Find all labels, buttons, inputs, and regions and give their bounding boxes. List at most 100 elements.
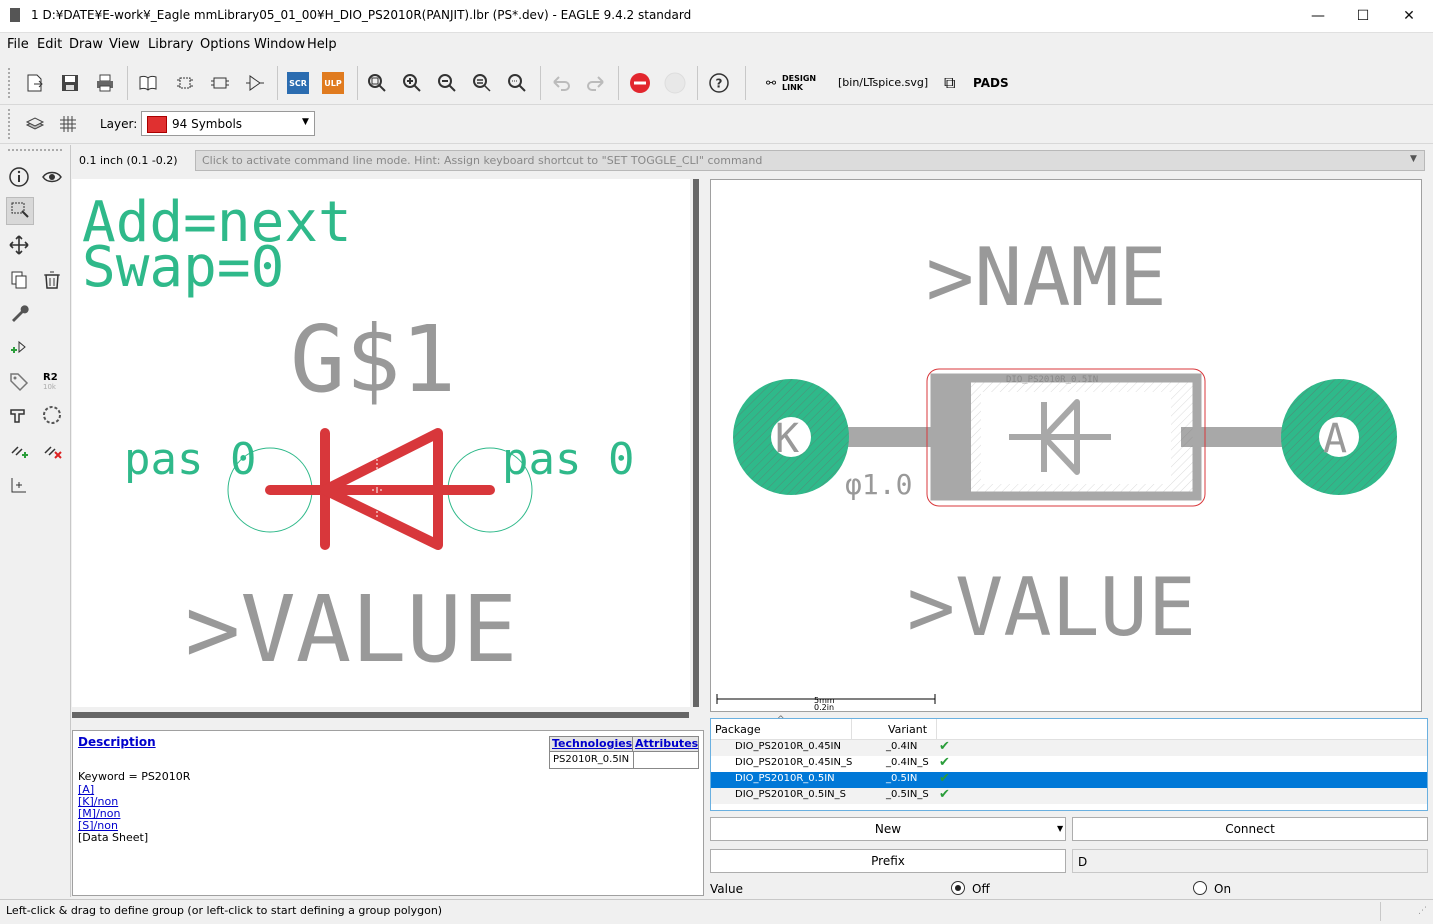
show-eye-icon[interactable] [39,164,65,190]
symbol-value-text: >VALUE [185,576,517,683]
value-tool-button[interactable]: R2 10k [40,372,64,394]
check-icon: ✔ [939,755,950,770]
value-on-label: On [1214,882,1232,896]
chevron-down-icon[interactable]: ▼ [1410,154,1417,164]
symbol-vertical-scrollbar[interactable] [693,179,699,707]
package-preview: >NAME K A DIO_PS2010R_0.5IN φ1.0 >VALUE … [710,179,1422,712]
prefix-value: D [1078,855,1088,869]
table-divider [633,752,634,768]
column-header-variant[interactable]: Variant [888,723,927,736]
menu-help[interactable]: Help [307,37,337,52]
package-icon[interactable] [172,70,198,96]
zoom-redraw-icon[interactable] [469,70,495,96]
menu-draw[interactable]: Draw [69,37,103,52]
add-part-icon[interactable] [6,335,32,361]
toolbar-separator [127,66,128,100]
ulp-run-icon[interactable]: ULP [320,70,346,96]
prefix-button[interactable]: Prefix [710,849,1066,873]
table-row[interactable]: DIO_PS2010R_0.45IN_S _0.4IN_S ✔ [711,755,1427,772]
command-line-input[interactable]: Click to activate command line mode. Hin… [195,150,1425,171]
table-row-selected[interactable]: DIO_PS2010R_0.5IN _0.5IN ✔ [711,771,1427,788]
menu-view[interactable]: View [109,37,140,52]
pad-a-label: A [1323,416,1347,462]
pads-button[interactable]: ⧉ PADS [944,73,1014,95]
toolbar-separator [697,66,698,100]
delete-trash-icon[interactable] [39,267,65,293]
pad-k-label: K [775,416,799,462]
cathode-band [935,380,971,496]
command-line-hint: Click to activate command line mode. Hin… [202,154,763,167]
pad-k: K [733,379,849,495]
value-on-radio[interactable] [1193,881,1207,895]
symbol-canvas[interactable]: Add=next Swap=0 G$1 pas 0 pas 0 >VALUE [72,179,690,707]
minimize-button[interactable]: — [1295,0,1341,32]
toolbar-grip [8,68,13,98]
print-icon[interactable] [92,70,118,96]
technology-value: PS2010R_0.5IN [553,754,630,765]
help-icon[interactable]: ? [706,70,732,96]
zoom-fit-icon[interactable] [364,70,390,96]
package-variant-list[interactable]: Package ^ Variant DIO_PS2010R_0.45IN _0.… [710,715,1428,811]
script-path-button[interactable]: [bin/LTspice.svg] [838,76,928,89]
r2-sub-label: 10k [43,383,56,391]
design-link-label-1: DESIGN [782,74,817,83]
stop-icon[interactable] [627,70,653,96]
check-icon: ✔ [939,787,950,802]
prefix-field[interactable]: D [1072,849,1428,873]
menu-edit[interactable]: Edit [37,37,62,52]
resize-grip-icon[interactable]: ⋰ [1418,906,1427,916]
menu-file[interactable]: File [7,37,29,52]
menu-window[interactable]: Window [254,37,305,52]
toolbar-separator [277,66,278,100]
smash-icon[interactable] [6,402,32,428]
menu-library[interactable]: Library [148,37,193,52]
wrench-icon[interactable] [6,300,32,326]
value-off-radio[interactable] [951,881,965,895]
save-icon[interactable] [57,70,83,96]
menu-options[interactable]: Options [200,37,250,52]
redo-icon[interactable] [583,70,609,96]
toolbar-separator [745,66,746,100]
pad-a: A [1281,379,1397,495]
pin-right-label: pas 0 [502,434,634,485]
grid-icon[interactable] [55,111,81,137]
close-button[interactable]: ✕ [1386,0,1432,32]
connect-add-icon[interactable] [6,437,32,463]
table-row[interactable]: DIO_PS2010R_0.5IN_S _0.5IN_S ✔ [711,787,1427,804]
zoom-out-icon[interactable] [434,70,460,96]
layer-toolbar: Layer: 94 Symbols ▼ [0,105,1433,144]
open-icon[interactable] [22,70,48,96]
maximize-button[interactable]: ☐ [1340,0,1386,32]
new-button[interactable]: New ▼ [710,817,1066,841]
device-icon[interactable] [207,70,233,96]
attributes-link[interactable]: Attributes [635,737,698,750]
library-book-icon[interactable] [135,70,161,96]
row-variant: _0.4IN_S [886,757,929,768]
zoom-in-icon[interactable] [399,70,425,96]
column-header-package[interactable]: Package [715,723,761,736]
connect-button[interactable]: Connect [1072,817,1428,841]
copy-icon[interactable] [6,267,32,293]
origin-mark-icon[interactable] [6,472,32,498]
undo-icon[interactable] [548,70,574,96]
table-row[interactable]: DIO_PS2010R_0.45IN _0.4IN ✔ [711,739,1427,756]
description-edit-link[interactable]: Description [78,735,156,749]
technologies-link[interactable]: Technologies [552,737,632,750]
go-icon[interactable] [662,70,688,96]
design-link-button[interactable]: ⚯ DESIGN LINK [766,74,826,94]
r2-label: R2 [43,372,58,383]
menu-bar: File Edit Draw View Library Options Wind… [0,37,1433,57]
group-select-icon[interactable] [6,197,34,225]
scr-script-icon[interactable]: SCR [285,70,311,96]
info-icon[interactable] [6,164,32,190]
move-icon[interactable] [6,232,32,258]
zoom-select-icon[interactable] [504,70,530,96]
layers-icon[interactable] [22,111,48,137]
layer-select[interactable]: 94 Symbols ▼ [141,111,315,136]
tag-icon[interactable] [6,369,32,395]
symbol-icon[interactable] [242,70,268,96]
toolbar-grip [8,109,13,139]
mirror-dashed-icon[interactable] [39,402,65,428]
symbol-horizontal-scrollbar[interactable] [72,712,689,718]
disconnect-remove-icon[interactable] [39,437,65,463]
